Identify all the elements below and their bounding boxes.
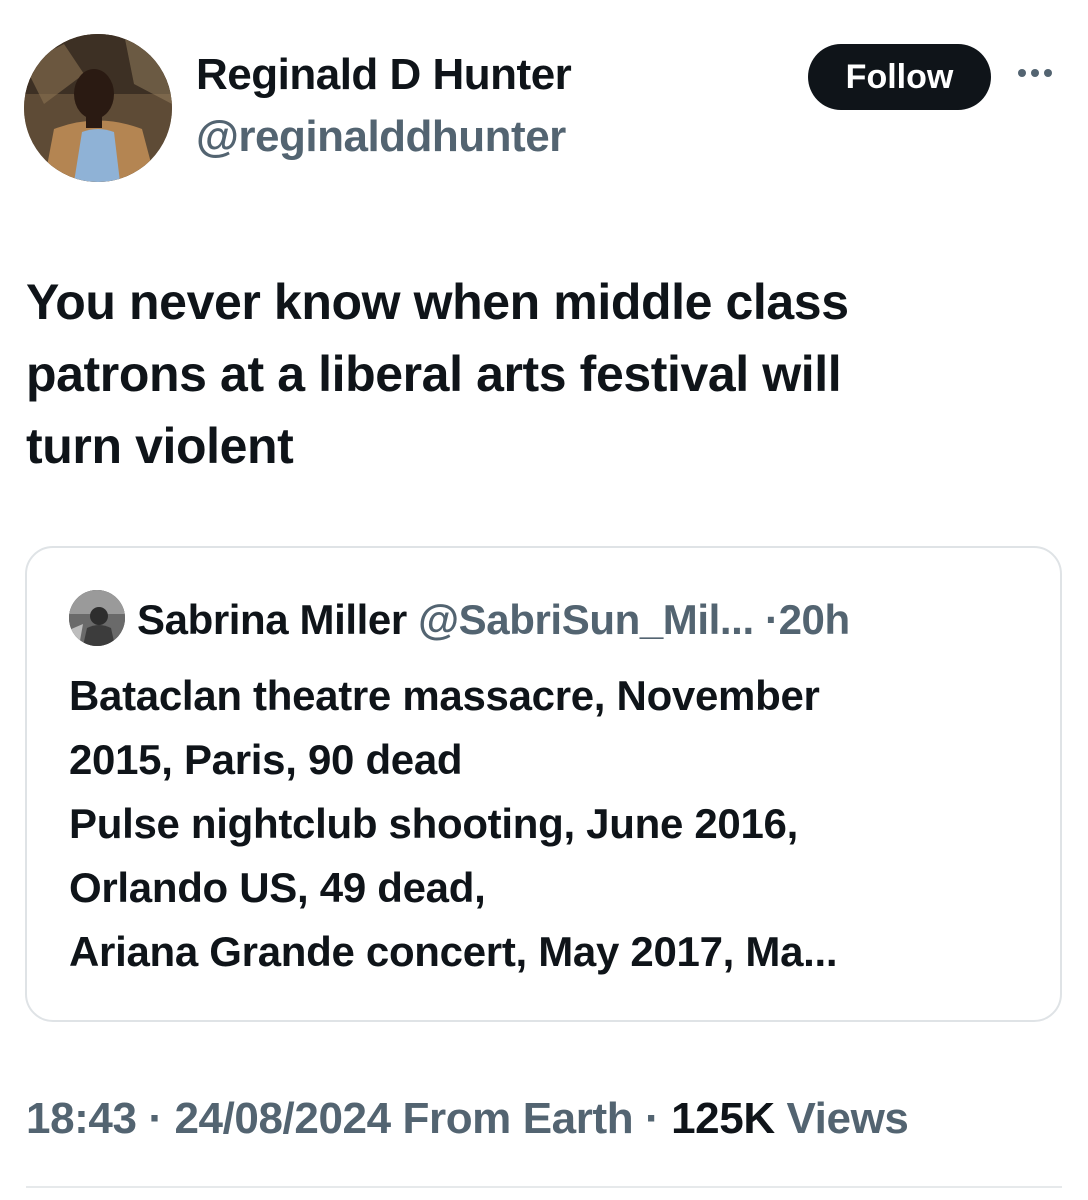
separator-dot: ·	[136, 1094, 175, 1143]
separator-dot: ·	[765, 596, 779, 643]
views-label: Views	[774, 1094, 909, 1143]
quoted-author-handle[interactable]: @SabriSun_Mil...	[418, 596, 754, 643]
follow-button[interactable]: Follow	[808, 44, 991, 110]
more-horizontal-icon[interactable]	[1018, 66, 1058, 80]
author-name[interactable]: Reginald D Hunter	[196, 50, 572, 100]
tweet-meta: 18:43 · 24/08/2024 From Earth · 125K Vie…	[26, 1094, 909, 1144]
quoted-tweet-header: Sabrina Miller @SabriSun_Mil... ·20h	[137, 592, 850, 648]
divider	[26, 1186, 1062, 1188]
author-photo	[24, 34, 172, 182]
quoted-author-name[interactable]: Sabrina Miller	[137, 596, 407, 643]
separator-dot: ·	[633, 1094, 672, 1143]
author-avatar[interactable]	[24, 34, 172, 182]
tweet-source: From Earth	[390, 1094, 634, 1143]
quoted-author-photo	[69, 590, 125, 646]
quoted-tweet-time[interactable]: 20h	[779, 596, 851, 643]
tweet-text: You never know when middle class patrons…	[26, 274, 849, 474]
author-handle[interactable]: @reginalddhunter	[196, 112, 566, 162]
tweet-date[interactable]: 24/08/2024	[174, 1094, 391, 1143]
quoted-tweet-card[interactable]: Sabrina Miller @SabriSun_Mil... ·20h Bat…	[25, 546, 1062, 1022]
more-dot	[1044, 69, 1052, 77]
quoted-tweet-text: Bataclan theatre massacre, November 2015…	[69, 672, 838, 975]
quoted-author-avatar[interactable]	[69, 590, 125, 646]
more-dot	[1031, 69, 1039, 77]
tweet-time[interactable]: 18:43	[26, 1094, 137, 1143]
views-count[interactable]: 125K	[671, 1094, 775, 1143]
tweet-page: Reginald D Hunter @reginalddhunter Follo…	[0, 0, 1088, 1200]
more-dot	[1018, 69, 1026, 77]
